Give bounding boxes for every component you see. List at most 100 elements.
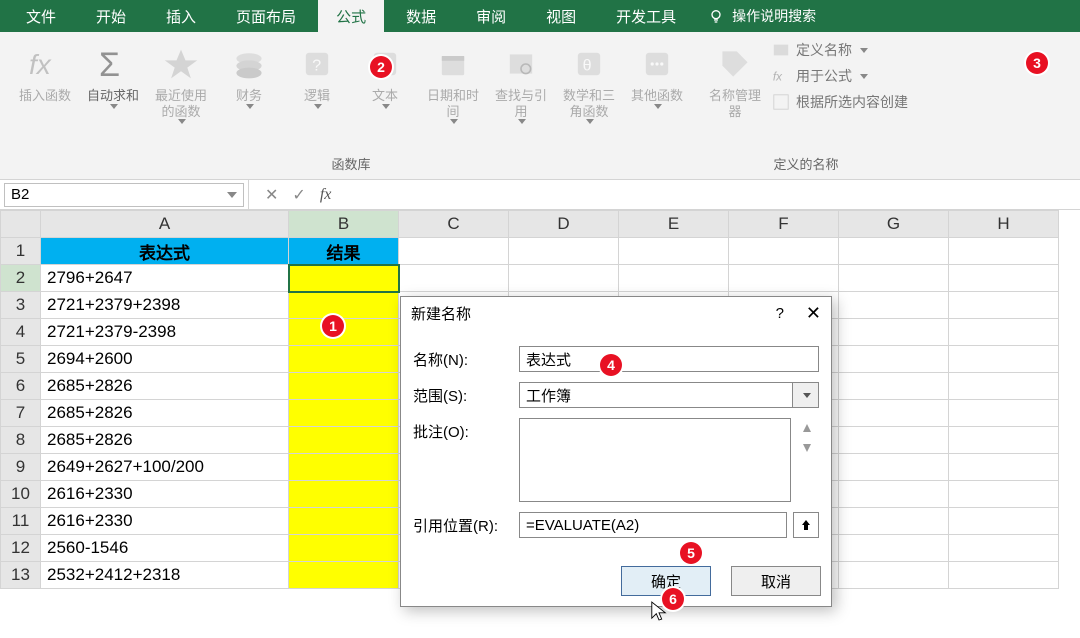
col-header-B[interactable]: B (289, 211, 399, 238)
cell[interactable] (729, 238, 839, 265)
refers-to-input[interactable] (519, 512, 787, 538)
tab-home[interactable]: 开始 (78, 0, 144, 33)
row-header[interactable]: 3 (1, 292, 41, 319)
cell[interactable] (949, 508, 1059, 535)
row-header[interactable]: 13 (1, 562, 41, 589)
cell[interactable]: 表达式 (41, 238, 289, 265)
dialog-close-button[interactable]: ✕ (806, 303, 821, 324)
col-header-E[interactable]: E (619, 211, 729, 238)
cell[interactable] (949, 400, 1059, 427)
fx-icon[interactable]: fx (320, 186, 332, 204)
col-header-G[interactable]: G (839, 211, 949, 238)
tab-file[interactable]: 文件 (8, 0, 74, 33)
cell[interactable] (619, 265, 729, 292)
cell[interactable] (949, 346, 1059, 373)
tell-me-search[interactable]: 操作说明搜索 (708, 6, 816, 26)
cell[interactable] (949, 454, 1059, 481)
cell[interactable] (949, 319, 1059, 346)
col-header-F[interactable]: F (729, 211, 839, 238)
cell[interactable] (839, 238, 949, 265)
cell[interactable]: 2616+2330 (41, 481, 289, 508)
more-functions-button[interactable]: 其他函数 (626, 40, 688, 113)
cell[interactable] (949, 265, 1059, 292)
cell[interactable] (399, 238, 509, 265)
comment-textarea[interactable] (519, 418, 791, 502)
chevron-down-icon[interactable] (227, 192, 237, 198)
cell[interactable]: 2685+2826 (41, 400, 289, 427)
cell[interactable] (289, 481, 399, 508)
cell[interactable] (509, 265, 619, 292)
financial-button[interactable]: 财务 (218, 40, 280, 113)
cell-active[interactable] (289, 265, 399, 292)
cell[interactable] (289, 562, 399, 589)
select-all-corner[interactable] (1, 211, 41, 238)
cell[interactable] (509, 238, 619, 265)
cell[interactable]: 2685+2826 (41, 427, 289, 454)
cell[interactable] (949, 292, 1059, 319)
tab-insert[interactable]: 插入 (148, 0, 214, 33)
cell[interactable] (949, 481, 1059, 508)
name-box[interactable]: B2 (4, 183, 244, 207)
cell[interactable]: 结果 (289, 238, 399, 265)
cell[interactable] (839, 508, 949, 535)
cell[interactable] (289, 535, 399, 562)
tab-review[interactable]: 审阅 (458, 0, 524, 33)
name-manager-button[interactable]: 名称管理器 (704, 40, 766, 123)
cell[interactable] (289, 346, 399, 373)
name-input[interactable] (519, 346, 819, 372)
cell[interactable] (839, 292, 949, 319)
row-header[interactable]: 8 (1, 427, 41, 454)
define-name-button[interactable]: 定义名称 (772, 40, 908, 60)
cell[interactable]: 2721+2379+2398 (41, 292, 289, 319)
row-header[interactable]: 12 (1, 535, 41, 562)
row-header[interactable]: 11 (1, 508, 41, 535)
cancel-formula-icon[interactable]: ✕ (265, 185, 278, 205)
cell[interactable] (839, 454, 949, 481)
cancel-button[interactable]: 取消 (731, 566, 821, 596)
logical-button[interactable]: ? 逻辑 (286, 40, 348, 113)
row-header[interactable]: 2 (1, 265, 41, 292)
cell[interactable]: 2532+2412+2318 (41, 562, 289, 589)
cell[interactable]: 2616+2330 (41, 508, 289, 535)
row-header[interactable]: 5 (1, 346, 41, 373)
cell[interactable]: 2796+2647 (41, 265, 289, 292)
cell[interactable] (839, 535, 949, 562)
cell[interactable]: 2685+2826 (41, 373, 289, 400)
collapse-dialog-button[interactable] (793, 512, 819, 538)
tab-formulas[interactable]: 公式 (318, 0, 384, 33)
enter-formula-icon[interactable]: ✓ (292, 185, 305, 205)
cell[interactable] (729, 265, 839, 292)
col-header-A[interactable]: A (41, 211, 289, 238)
cell[interactable] (949, 427, 1059, 454)
scroll-down-icon[interactable] (801, 438, 813, 458)
tab-page-layout[interactable]: 页面布局 (218, 0, 314, 33)
lookup-button[interactable]: 查找与引用 (490, 40, 552, 128)
cell[interactable]: 2721+2379-2398 (41, 319, 289, 346)
tab-data[interactable]: 数据 (388, 0, 454, 33)
formula-input[interactable] (347, 180, 1080, 209)
cell[interactable] (839, 319, 949, 346)
col-header-H[interactable]: H (949, 211, 1059, 238)
cell[interactable] (949, 535, 1059, 562)
row-header[interactable]: 9 (1, 454, 41, 481)
insert-function-button[interactable]: fx 插入函数 (14, 40, 76, 108)
cell[interactable] (619, 238, 729, 265)
cell[interactable] (839, 427, 949, 454)
scope-dropdown-button[interactable] (793, 382, 819, 408)
row-header[interactable]: 1 (1, 238, 41, 265)
tab-view[interactable]: 视图 (528, 0, 594, 33)
cell[interactable] (839, 346, 949, 373)
cell[interactable] (839, 373, 949, 400)
row-header[interactable]: 6 (1, 373, 41, 400)
datetime-button[interactable]: 日期和时间 (422, 40, 484, 128)
use-in-formula-button[interactable]: fx 用于公式 (772, 66, 908, 86)
cell[interactable] (399, 265, 509, 292)
cell[interactable] (839, 562, 949, 589)
cell[interactable] (289, 427, 399, 454)
cell[interactable] (949, 373, 1059, 400)
cell[interactable] (289, 454, 399, 481)
cell[interactable]: 2694+2600 (41, 346, 289, 373)
cell[interactable] (289, 373, 399, 400)
cell[interactable] (839, 481, 949, 508)
row-header[interactable]: 4 (1, 319, 41, 346)
